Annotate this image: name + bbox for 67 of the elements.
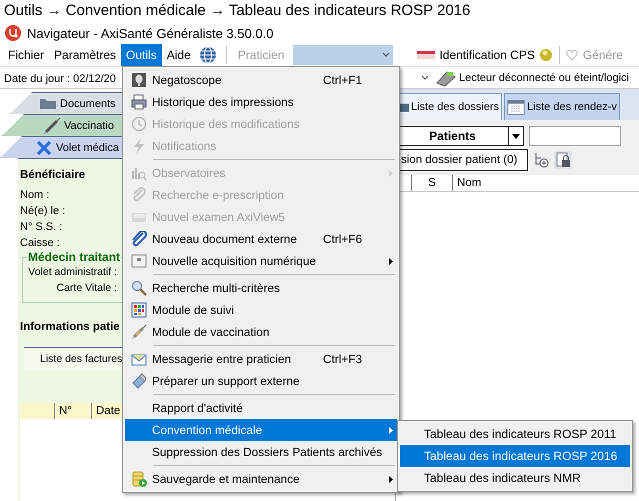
- menu-item[interactable]: Messagerie entre praticien Ctrl+F3: [125, 348, 397, 370]
- menu-item[interactable]: Suppression des Dossiers Patients archivés: [125, 441, 397, 463]
- submenu-item[interactable]: Tableau des indicateurs ROSP 2016: [400, 445, 630, 467]
- section-title: Bénéficiaire: [20, 169, 86, 181]
- menu-item[interactable]: Nouveau document externe Ctrl+F6: [125, 228, 397, 250]
- menu-item[interactable]: Préparer un support externe: [125, 370, 397, 392]
- menu-item[interactable]: Sauvegarde et maintenance: [125, 468, 397, 490]
- field-label: N° S.S. :: [20, 220, 62, 235]
- column-header[interactable]: Nom: [452, 175, 517, 191]
- paperclip-icon: [130, 231, 146, 247]
- menu-item[interactable]: Convention médicale: [125, 419, 397, 441]
- menu-item[interactable]: Recherche multi-critères: [125, 277, 397, 299]
- menu-item[interactable]: Module de suivi: [125, 299, 397, 321]
- tab[interactable]: Liste des rendez-v: [504, 93, 620, 120]
- search-field[interactable]: [529, 126, 621, 146]
- tree-add-icon[interactable]: [533, 152, 549, 168]
- field-label: Né(e) le :: [20, 204, 66, 219]
- submenu-arrow-icon: [389, 170, 393, 176]
- submenu-item[interactable]: Tableau des indicateurs ROSP 2011: [400, 423, 630, 445]
- grid-icon: [130, 302, 146, 318]
- breadcrumb-path: Outils → Convention médicale → Tableau des indicateurs ROSP 2016: [4, 2, 470, 19]
- search-icon: [130, 280, 146, 296]
- syringe-icon: [130, 324, 146, 340]
- menu-bar-item[interactable]: Aide: [162, 44, 196, 66]
- submenu-arrow-icon: [389, 258, 393, 264]
- menu-item[interactable]: Nouvelle acquisition numérique: [125, 250, 397, 272]
- dot-icon: [538, 48, 553, 62]
- current-date-label: Date du jour : 02/12/20: [4, 72, 116, 84]
- practitioner-label: Praticien: [236, 47, 286, 64]
- chart-icon: [130, 165, 146, 181]
- menu-bar-item[interactable]: Fichier: [3, 44, 50, 66]
- heart-icon: [566, 49, 578, 61]
- group-title: Médecin traitant: [27, 250, 122, 264]
- calendar-icon: [507, 98, 526, 116]
- menu-item[interactable]: Module de vaccination: [125, 321, 397, 343]
- database-icon: [130, 471, 146, 487]
- printer-icon: [130, 94, 146, 110]
- reader-status-text: Lecteur déconnecté ou éteint/logici: [459, 72, 630, 84]
- cross-icon: [35, 138, 53, 156]
- syringe-icon: [43, 116, 61, 134]
- card-reader-icon: [435, 68, 457, 86]
- xray-icon: [130, 72, 146, 88]
- chevron-down-icon[interactable]: [420, 72, 430, 82]
- menu-bar-item[interactable]: Outils: [121, 44, 162, 66]
- submenu-arrow-icon: [389, 426, 393, 434]
- tab[interactable]: Liste des factures: [24, 347, 122, 370]
- menu-item[interactable]: Rapport d'activité: [125, 397, 397, 419]
- section-title: Informations patie: [20, 321, 120, 333]
- paperclip-icon: [130, 187, 146, 203]
- clock-icon: [130, 116, 146, 132]
- usb-stick-icon: [130, 373, 146, 389]
- submenu-item[interactable]: Tableau des indicateurs NMR: [400, 467, 630, 489]
- menu-bar-item[interactable]: Paramètres: [49, 44, 122, 66]
- locked-file-icon[interactable]: [554, 151, 572, 169]
- field-label: Volet administratif :: [27, 265, 117, 280]
- cps-identification-button[interactable]: Identification CPS: [439, 48, 535, 62]
- menu-item[interactable]: Negatoscope Ctrl+F1: [125, 69, 397, 91]
- field-label: Nom :: [20, 188, 50, 203]
- dropdown-arrow-icon: [512, 134, 520, 138]
- submenu-arrow-icon: [389, 476, 393, 482]
- column-header[interactable]: S: [411, 175, 452, 191]
- globe-icon[interactable]: [198, 46, 217, 64]
- window-title: Navigateur - AxiSanté Généraliste 3.50.0.0: [27, 26, 274, 40]
- field-label: Caisse :: [20, 236, 60, 251]
- window-icon: [130, 253, 146, 269]
- card-icon: [417, 50, 436, 60]
- field-label: Carte Vitale :: [55, 281, 117, 296]
